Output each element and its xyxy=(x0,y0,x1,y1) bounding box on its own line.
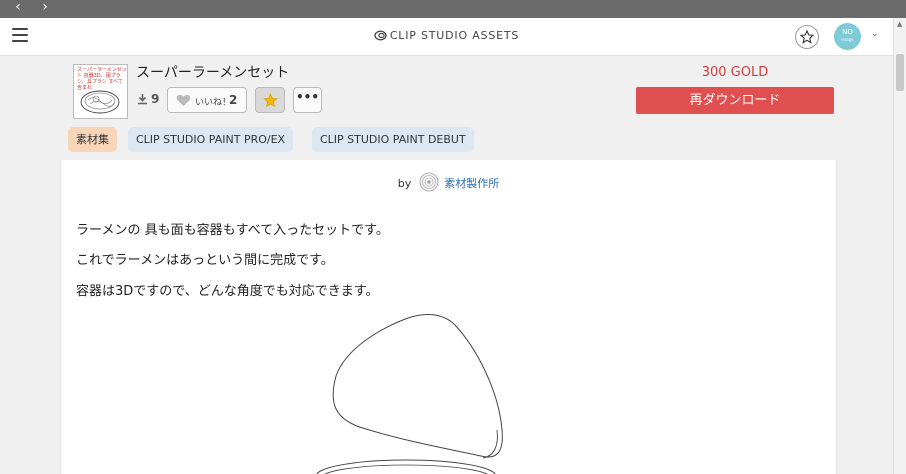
heart-icon xyxy=(176,94,191,106)
favorite-button[interactable] xyxy=(255,87,285,113)
author-avatar[interactable] xyxy=(419,172,439,192)
category-tag[interactable]: 素材集 xyxy=(68,127,117,152)
like-label: いいね！ xyxy=(195,98,232,108)
chevron-left-icon[interactable]: ‹ xyxy=(10,0,26,16)
download-count: 9 xyxy=(151,92,160,106)
chevron-down-icon[interactable]: ⌄ xyxy=(871,29,879,39)
by-label: by xyxy=(397,177,412,190)
ellipsis-icon[interactable]: ••• xyxy=(293,87,322,113)
like-count: 2 xyxy=(229,93,238,107)
description-panel: by 素材製作所 ラーメンの 具も面も容器もすべて入ったセットです。 これでラー… xyxy=(60,160,837,474)
description-line-3: 容器は3Dですので、どんな角度でも対応できます。 xyxy=(76,284,379,299)
logo-icon xyxy=(374,30,387,44)
author-line: by 素材製作所 xyxy=(61,172,836,192)
scroll-thumb[interactable] xyxy=(896,54,904,91)
chevron-right-icon[interactable]: › xyxy=(37,0,53,16)
app-tag-pro-ex[interactable]: CLIP STUDIO PAINT PRO/EX xyxy=(128,127,294,152)
ramen-thumbnail-icon xyxy=(80,90,120,114)
ramen-container-illustration xyxy=(316,314,503,474)
favorites-star-button[interactable] xyxy=(795,25,819,49)
price: 300 GOLD xyxy=(701,65,769,80)
product-thumbnail[interactable]: スーパーラーメンセット 容器3D、麺プラシ、具プラシ すべて含まれ xyxy=(73,64,128,119)
description-line-2: これでラーメンはあっという間に完成です。 xyxy=(76,253,334,268)
avatar-initials: NO xyxy=(842,28,853,36)
site-title[interactable]: CLIP STUDIO ASSETS xyxy=(0,29,893,44)
download-icon xyxy=(138,94,147,105)
product-title: スーパーラーメンセット xyxy=(136,65,290,81)
scroll-up-icon[interactable]: ▲ xyxy=(897,20,902,28)
star-icon xyxy=(800,30,814,44)
redownload-button[interactable]: 再ダウンロード xyxy=(636,87,834,114)
browser-nav-bar: ‹ › xyxy=(0,0,906,18)
like-button[interactable]: いいね！ 2 xyxy=(167,87,247,113)
avatar-sub: image xyxy=(841,37,854,42)
author-link[interactable]: 素材製作所 xyxy=(444,177,499,190)
description-line-1: ラーメンの 具も面も容器もすべて入ったセットです。 xyxy=(76,223,389,238)
avatar[interactable]: NO image xyxy=(834,23,861,50)
site-header: CLIP STUDIO ASSETS NO image ⌄ xyxy=(0,18,893,56)
app-tag-debut[interactable]: CLIP STUDIO PAINT DEBUT xyxy=(312,127,474,152)
site-title-text: CLIP STUDIO ASSETS xyxy=(389,29,520,42)
scrollbar[interactable]: ▲ xyxy=(893,18,906,474)
star-icon xyxy=(263,93,278,108)
